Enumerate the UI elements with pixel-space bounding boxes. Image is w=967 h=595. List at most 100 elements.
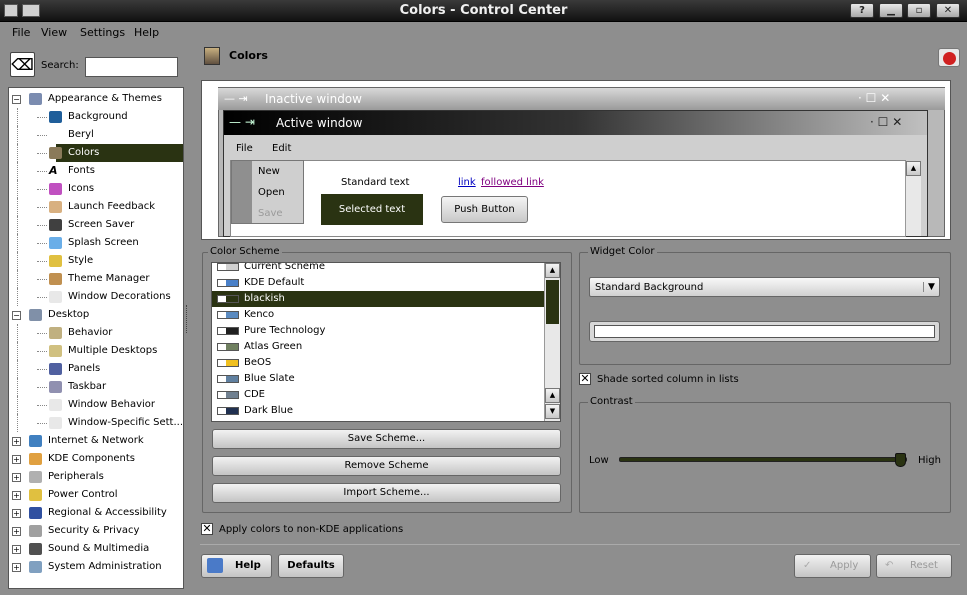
sidebar-item[interactable]: Taskbar [9, 378, 183, 396]
sidebar-item[interactable]: + KDE Components [9, 450, 183, 468]
contrast-slider[interactable] [619, 453, 907, 467]
import-scheme-button[interactable]: Import Scheme... [212, 483, 561, 503]
expand-icon[interactable]: + [12, 545, 21, 554]
sidebar-item[interactable]: Screen Saver [9, 216, 183, 234]
sidebar-item[interactable]: Background [9, 108, 183, 126]
sidebar-item[interactable]: Window Decorations [9, 288, 183, 306]
defaults-button[interactable]: Defaults [278, 554, 344, 578]
sidebar-item[interactable]: Beryl [9, 126, 183, 144]
help-title-button[interactable]: ? [850, 3, 874, 18]
collapse-icon[interactable]: − [12, 95, 21, 104]
sidebar-item[interactable]: + Regional & Accessibility [9, 504, 183, 522]
sidebar-item[interactable]: Theme Manager [9, 270, 183, 288]
preview-selected-text: Selected text [321, 194, 423, 225]
scheme-list-item[interactable]: CDE [212, 387, 545, 403]
sidebar-item-label: Peripherals [48, 471, 104, 482]
reset-button[interactable]: ↶ Reset [876, 554, 952, 578]
sidebar-item[interactable]: + Peripherals [9, 468, 183, 486]
module-tree[interactable]: − Appearance & Themes Background Beryl Color… [8, 87, 184, 589]
sidebar-item-label: Splash Screen [68, 237, 139, 248]
sidebar-item[interactable]: + System Administration [9, 558, 183, 576]
scheme-list-item[interactable]: Pure Technology [212, 323, 545, 339]
scheme-list-item[interactable]: blackish [212, 291, 545, 307]
apply-non-kde-checkbox[interactable]: ✕ [201, 523, 213, 535]
help-button-label: Help [235, 560, 261, 571]
sidebar-item[interactable]: Behavior [9, 324, 183, 342]
sidebar-item[interactable]: Style [9, 252, 183, 270]
sidebar-item[interactable]: Window Behavior [9, 396, 183, 414]
widget-color-button[interactable] [589, 321, 940, 342]
sidebar-item-label: Security & Privacy [48, 525, 140, 536]
scheme-list-item[interactable]: Current Scheme [212, 263, 545, 275]
search-label: Search: [41, 60, 79, 71]
whats-this-button[interactable] [938, 48, 960, 67]
scheme-list-scrollbar[interactable]: ▲ ▲ ▼ [544, 263, 560, 421]
maximize-button[interactable]: ▫ [907, 3, 931, 18]
scheme-name: blackish [244, 293, 285, 304]
remove-scheme-button[interactable]: Remove Scheme [212, 456, 561, 476]
save-scheme-button[interactable]: Save Scheme... [212, 429, 561, 449]
expand-icon[interactable]: + [12, 437, 21, 446]
module-icon [49, 183, 62, 195]
sidebar-item[interactable]: − Appearance & Themes [9, 90, 183, 108]
sidebar-item[interactable]: − Desktop [9, 306, 183, 324]
scheme-list-item[interactable]: Blue Slate [212, 371, 545, 387]
scheme-list-item[interactable]: BeOS [212, 355, 545, 371]
sidebar-item[interactable]: Splash Screen [9, 234, 183, 252]
help-button[interactable]: Help [201, 554, 272, 578]
scroll-up-icon[interactable]: ▲ [545, 263, 560, 278]
sidebar-item[interactable]: Icons [9, 180, 183, 198]
scheme-list-item[interactable]: Dark Blue [212, 403, 545, 419]
scheme-list-item[interactable]: Kenco [212, 307, 545, 323]
module-icon [49, 201, 62, 213]
sidebar-item-label: Sound & Multimedia [48, 543, 150, 554]
sidebar-item[interactable]: + Security & Privacy [9, 522, 183, 540]
scrollbar-thumb[interactable] [546, 280, 559, 324]
scheme-list-item[interactable]: Atlas Green [212, 339, 545, 355]
sidebar-item[interactable]: A Fonts [9, 162, 183, 180]
preview-push-button: Push Button [441, 196, 528, 223]
search-input[interactable] [85, 57, 178, 77]
title-bar[interactable]: Colors - Control Center ? ▁ ▫ ✕ [0, 0, 967, 22]
sidebar-item[interactable]: Multiple Desktops [9, 342, 183, 360]
collapse-icon[interactable]: − [12, 311, 21, 320]
expand-icon[interactable]: + [12, 491, 21, 500]
clear-search-icon[interactable]: ⌫ [10, 52, 35, 77]
scheme-name: Atlas Green [244, 341, 303, 352]
scroll-down-icon[interactable]: ▲ [545, 388, 560, 403]
widget-color-selected: Standard Background [595, 282, 704, 293]
sidebar-item[interactable]: Panels [9, 360, 183, 378]
shade-sorted-checkbox[interactable]: ✕ [579, 373, 591, 385]
expand-icon[interactable]: + [12, 509, 21, 518]
expand-icon[interactable]: + [12, 473, 21, 482]
menu-settings[interactable]: Settings [80, 26, 125, 39]
preview-standard-text: Standard text [341, 177, 410, 188]
contrast-slider-handle[interactable] [895, 453, 906, 467]
scheme-list-item[interactable]: KDE Default [212, 275, 545, 291]
scroll-down-icon[interactable]: ▼ [545, 404, 560, 419]
sidebar-item-label: Window Behavior [68, 399, 156, 410]
expand-icon[interactable]: + [12, 563, 21, 572]
close-button[interactable]: ✕ [936, 3, 960, 18]
sidebar-item[interactable]: + Sound & Multimedia [9, 540, 183, 558]
sidebar-item[interactable]: Window-Specific Sett... [9, 414, 183, 432]
menu-help[interactable]: Help [134, 26, 159, 39]
splitter-handle[interactable] [186, 305, 189, 333]
sidebar-item[interactable]: + Power Control [9, 486, 183, 504]
scheme-swatch [217, 375, 239, 383]
module-icon [29, 561, 42, 573]
expand-icon[interactable]: + [12, 527, 21, 536]
sidebar-item[interactable]: Launch Feedback [9, 198, 183, 216]
scheme-swatch [217, 295, 239, 303]
expand-icon[interactable]: + [12, 455, 21, 464]
sidebar-item[interactable]: Colors [9, 144, 183, 162]
minimize-button[interactable]: ▁ [879, 3, 903, 18]
module-icon [49, 291, 62, 303]
widget-color-select[interactable]: Standard Background ▼ [589, 277, 940, 297]
module-icon [29, 507, 42, 519]
sidebar-item[interactable]: + Internet & Network [9, 432, 183, 450]
apply-button[interactable]: ✓ Apply [794, 554, 871, 578]
menu-view[interactable]: View [41, 26, 67, 39]
scheme-list[interactable]: Current Scheme KDE Default blackish Kenco Pu… [211, 262, 561, 422]
menu-file[interactable]: File [12, 26, 30, 39]
